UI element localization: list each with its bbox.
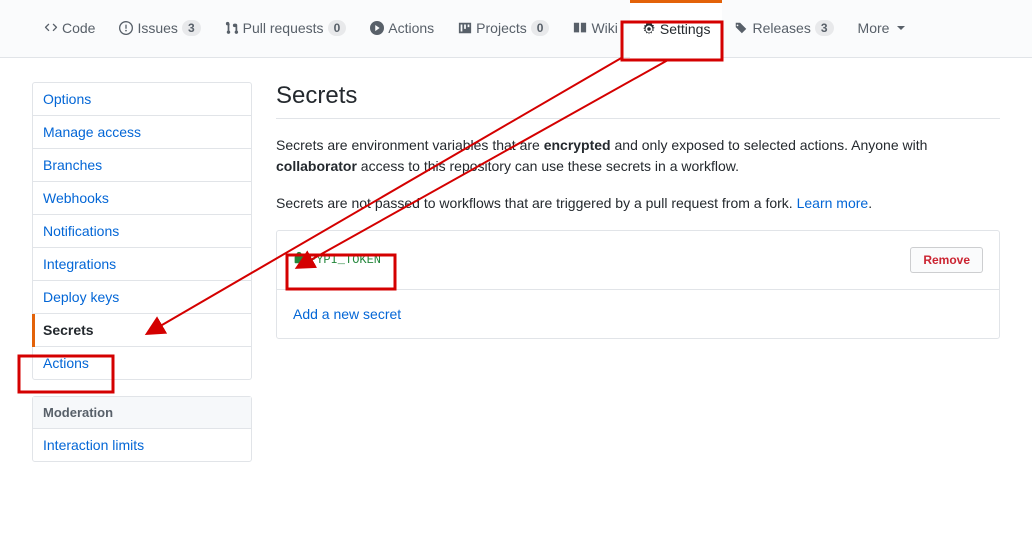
tab-more[interactable]: More bbox=[846, 0, 918, 58]
gear-icon bbox=[642, 22, 656, 36]
tab-settings[interactable]: Settings bbox=[630, 0, 723, 58]
pull-request-icon bbox=[225, 21, 239, 35]
sidebar-item-actions[interactable]: Actions bbox=[33, 347, 251, 379]
sidebar-item-notifications[interactable]: Notifications bbox=[33, 215, 251, 248]
tab-issues[interactable]: Issues 3 bbox=[107, 0, 212, 58]
sidebar-item-manage-access[interactable]: Manage access bbox=[33, 116, 251, 149]
secret-row: PYPI_TOKEN Remove bbox=[277, 231, 999, 290]
secrets-panel: Secrets Secrets are environment variable… bbox=[276, 82, 1000, 478]
tab-label: Pull requests bbox=[243, 20, 324, 36]
issues-count: 3 bbox=[182, 20, 201, 36]
tab-label: Releases bbox=[752, 20, 810, 36]
tab-label: Settings bbox=[660, 21, 711, 37]
sidebar-item-options[interactable]: Options bbox=[33, 83, 251, 116]
tab-pull-requests[interactable]: Pull requests 0 bbox=[213, 0, 359, 58]
code-icon bbox=[44, 21, 58, 35]
tab-label: Issues bbox=[137, 20, 177, 36]
book-icon bbox=[573, 21, 587, 35]
sidebar-item-deploy-keys[interactable]: Deploy keys bbox=[33, 281, 251, 314]
secrets-intro-2: Secrets are not passed to workflows that… bbox=[276, 193, 1000, 214]
remove-secret-button[interactable]: Remove bbox=[910, 247, 983, 273]
sidebar-item-label: Manage access bbox=[43, 124, 141, 140]
projects-count: 0 bbox=[531, 20, 550, 36]
sidebar-item-label: Notifications bbox=[43, 223, 119, 239]
sidebar-item-webhooks[interactable]: Webhooks bbox=[33, 182, 251, 215]
tab-label: Projects bbox=[476, 20, 527, 36]
sidebar-item-integrations[interactable]: Integrations bbox=[33, 248, 251, 281]
pulls-count: 0 bbox=[328, 20, 347, 36]
secrets-intro-1: Secrets are environment variables that a… bbox=[276, 135, 1000, 177]
repo-tabs: Code Issues 3 Pull requests 0 Actions Pr… bbox=[0, 0, 1032, 58]
settings-sidebar: Options Manage access Branches Webhooks … bbox=[32, 82, 252, 478]
tag-icon bbox=[734, 21, 748, 35]
tab-label: More bbox=[858, 20, 890, 36]
tab-code[interactable]: Code bbox=[32, 0, 107, 58]
sidebar-item-label: Actions bbox=[43, 355, 89, 371]
sidebar-item-label: Secrets bbox=[43, 322, 94, 338]
add-secret-row: Add a new secret bbox=[277, 290, 999, 338]
moderation-heading: Moderation bbox=[33, 397, 251, 429]
tab-wiki[interactable]: Wiki bbox=[561, 0, 629, 58]
play-icon bbox=[370, 21, 384, 35]
page-title: Secrets bbox=[276, 82, 1000, 119]
lock-icon bbox=[293, 251, 305, 269]
sidebar-item-label: Webhooks bbox=[43, 190, 109, 206]
sidebar-item-label: Integrations bbox=[43, 256, 116, 272]
secrets-list: PYPI_TOKEN Remove Add a new secret bbox=[276, 230, 1000, 339]
releases-count: 3 bbox=[815, 20, 834, 36]
sidebar-item-label: Branches bbox=[43, 157, 102, 173]
tab-label: Code bbox=[62, 20, 95, 36]
sidebar-item-label: Deploy keys bbox=[43, 289, 119, 305]
sidebar-item-label: Interaction limits bbox=[43, 437, 144, 453]
tab-label: Actions bbox=[388, 20, 434, 36]
project-icon bbox=[458, 21, 472, 35]
issue-icon bbox=[119, 21, 133, 35]
sidebar-item-secrets[interactable]: Secrets bbox=[33, 314, 251, 347]
moderation-menu: Moderation Interaction limits bbox=[32, 396, 252, 462]
sidebar-item-interaction-limits[interactable]: Interaction limits bbox=[33, 429, 251, 461]
learn-more-link[interactable]: Learn more bbox=[797, 195, 869, 211]
tab-actions[interactable]: Actions bbox=[358, 0, 446, 58]
tab-label: Wiki bbox=[591, 20, 617, 36]
tab-releases[interactable]: Releases 3 bbox=[722, 0, 845, 58]
settings-menu: Options Manage access Branches Webhooks … bbox=[32, 82, 252, 380]
sidebar-item-branches[interactable]: Branches bbox=[33, 149, 251, 182]
secret-name: PYPI_TOKEN bbox=[293, 251, 381, 269]
caret-down-icon bbox=[897, 26, 905, 30]
settings-page: Options Manage access Branches Webhooks … bbox=[0, 58, 1032, 502]
sidebar-item-label: Options bbox=[43, 91, 91, 107]
tab-projects[interactable]: Projects 0 bbox=[446, 0, 561, 58]
add-new-secret-link[interactable]: Add a new secret bbox=[293, 306, 401, 322]
